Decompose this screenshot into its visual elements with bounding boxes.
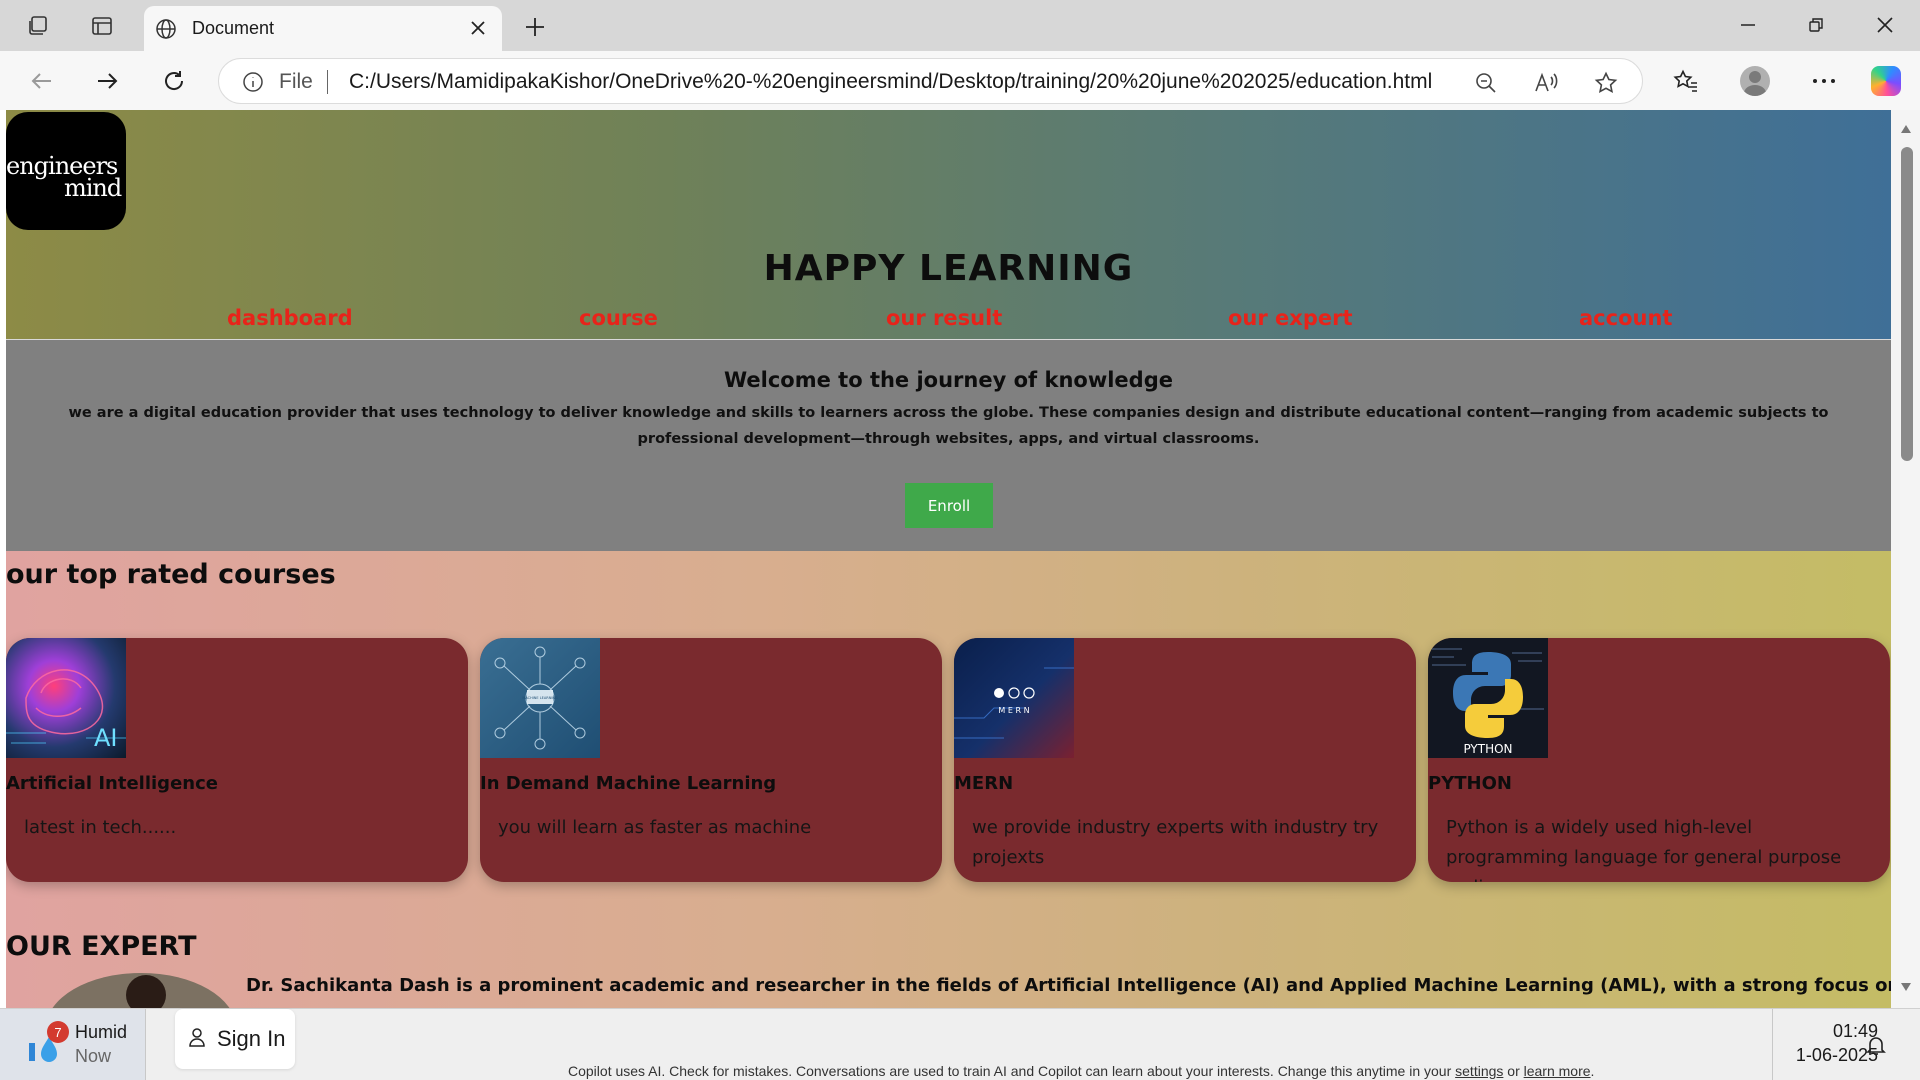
tab-strip: Document (0, 0, 1920, 51)
course-title: Artificial Intelligence (6, 773, 218, 794)
address-toolbar: File C:/Users/MamidipakaKishor/OneDrive%… (0, 51, 1920, 110)
copilot-or: or (1507, 1063, 1520, 1079)
course-desc: you will learn as faster as machine (498, 817, 812, 838)
info-icon[interactable] (241, 70, 265, 94)
close-icon[interactable] (468, 18, 488, 38)
more-icon[interactable] (1808, 65, 1840, 97)
back-icon[interactable] (24, 63, 60, 99)
welcome-text: we are a digital education provider that… (68, 405, 1829, 447)
refresh-icon[interactable] (156, 63, 192, 99)
course-title: In Demand Machine Learning (480, 773, 777, 794)
logo-line-2: mind (64, 174, 122, 202)
site-logo[interactable]: engineers mind (6, 112, 126, 230)
course-desc: Python is a widely used high-level progr… (1446, 817, 1842, 882)
nav-our-result[interactable]: our result (886, 306, 1002, 330)
course-card-mern[interactable]: M E R N MERN we provide industry experts… (954, 638, 1416, 882)
weather-sub: Now (75, 1046, 112, 1066)
course-title: MERN (954, 773, 1014, 794)
python-thumb-label: PYTHON (1463, 742, 1512, 756)
url-text[interactable]: C:/Users/MamidipakaKishor/OneDrive%20-%2… (349, 70, 1432, 94)
scroll-up-icon[interactable] (1899, 122, 1913, 136)
nav-dashboard[interactable]: dashboard (227, 306, 353, 330)
courses-section: our top rated courses AI Artificial Inte… (6, 551, 1891, 1008)
favorite-star-icon[interactable] (1593, 70, 1619, 96)
sign-in-label: Sign In (217, 1026, 286, 1051)
enroll-button[interactable]: Enroll (905, 483, 993, 528)
globe-icon (154, 17, 178, 41)
nav-account[interactable]: account (1579, 306, 1672, 330)
welcome-heading: Welcome to the journey of knowledge (724, 368, 1173, 392)
weather-alert-badge: 7 (47, 1021, 69, 1043)
active-tab[interactable]: Document (144, 6, 502, 51)
page-title: HAPPY LEARNING (763, 248, 1134, 289)
python-course-thumbnail: PYTHON (1428, 638, 1548, 758)
ai-course-thumbnail: AI (6, 638, 126, 758)
course-title: PYTHON (1428, 773, 1512, 794)
weather-label: Humid (75, 1022, 128, 1042)
scroll-down-icon[interactable] (1899, 980, 1913, 994)
copilot-icon[interactable] (1870, 65, 1902, 97)
read-aloud-icon[interactable] (1534, 70, 1560, 96)
copilot-disclaimer: Copilot uses AI. Check for mistakes. Con… (568, 1063, 1595, 1079)
nav-course[interactable]: course (579, 306, 658, 330)
address-divider (327, 70, 328, 94)
taskbar: 7 Humid Now Sign In Copilot uses AI. Che… (0, 1008, 1920, 1080)
zoom-out-icon[interactable] (1473, 70, 1499, 96)
course-desc: we provide industry experts with industr… (972, 817, 1379, 868)
person-icon (187, 1027, 207, 1051)
courses-heading: our top rated courses (6, 559, 336, 590)
expert-bio: Dr. Sachikanta Dash is a prominent acade… (246, 975, 1891, 996)
copilot-settings-link[interactable]: settings (1455, 1063, 1503, 1079)
copilot-learn-more-link[interactable]: learn more (1524, 1063, 1591, 1079)
ml-course-thumbnail: MACHINE LEARNING (480, 638, 600, 758)
course-card-python[interactable]: PYTHON PYTHON Python is a widely used hi… (1428, 638, 1890, 882)
profile-icon[interactable] (1739, 65, 1771, 97)
welcome-section: Welcome to the journey of knowledge we a… (6, 340, 1891, 551)
forward-icon[interactable] (89, 63, 125, 99)
workspaces-icon[interactable] (24, 12, 52, 40)
web-page: engineers mind HAPPY LEARNING dashboard … (6, 110, 1891, 1008)
course-card-ml[interactable]: MACHINE LEARNING In Demand Machine Learn… (480, 638, 942, 882)
mern-course-thumbnail: M E R N (954, 638, 1074, 758)
tab-actions-icon[interactable] (88, 12, 116, 40)
favorites-icon[interactable] (1670, 65, 1702, 97)
minimize-icon[interactable] (1731, 10, 1765, 40)
window-close-icon[interactable] (1868, 10, 1902, 40)
expert-photo (46, 973, 236, 1008)
copilot-note-text: Copilot uses AI. Check for mistakes. Con… (568, 1063, 1452, 1079)
course-card-ai[interactable]: AI Artificial Intelligence latest in tec… (6, 638, 468, 882)
ai-thumb-label: AI (94, 724, 118, 752)
web-viewport: engineers mind HAPPY LEARNING dashboard … (0, 110, 1920, 1008)
ml-thumb-label: MACHINE LEARNING (522, 696, 558, 700)
page-scrollbar[interactable] (1891, 110, 1920, 1008)
sign-in-button[interactable]: Sign In (175, 1009, 295, 1069)
nav-our-expert[interactable]: our expert (1228, 306, 1353, 330)
site-header: engineers mind HAPPY LEARNING dashboard … (6, 110, 1891, 339)
restore-icon[interactable] (1799, 10, 1833, 40)
mern-thumb-label: M E R N (998, 706, 1029, 715)
new-tab-icon[interactable] (520, 12, 550, 42)
scroll-thumb[interactable] (1901, 147, 1913, 461)
tab-title: Document (192, 18, 275, 38)
weather-widget[interactable]: 7 Humid Now (0, 1009, 146, 1080)
course-desc: latest in tech...... (24, 817, 177, 838)
address-prefix: File (279, 70, 313, 93)
notification-icon[interactable] (1864, 1033, 1888, 1057)
expert-heading: OUR EXPERT (6, 931, 197, 962)
address-bar[interactable]: File C:/Users/MamidipakaKishor/OneDrive%… (218, 58, 1643, 104)
